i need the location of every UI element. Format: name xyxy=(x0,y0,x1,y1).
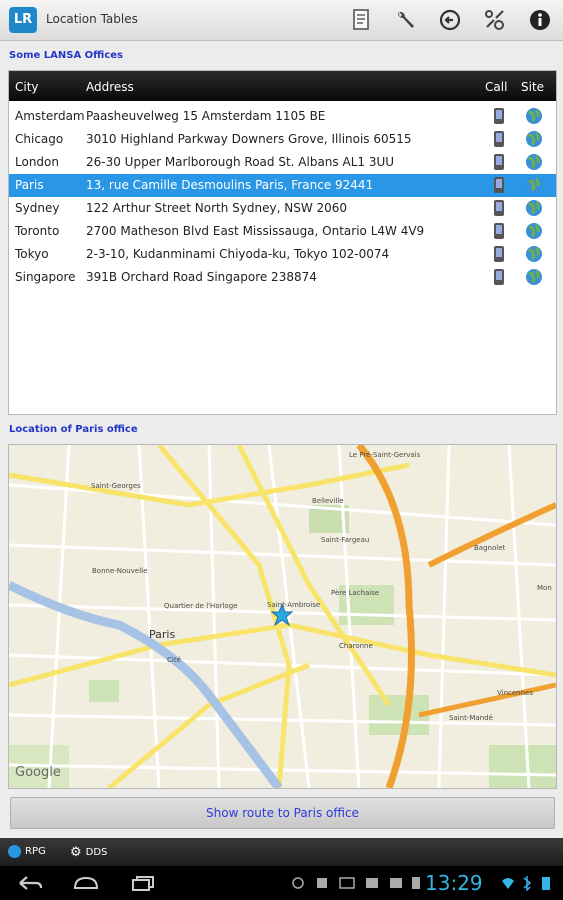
map-label-paris: Paris xyxy=(149,628,175,641)
map-label-saint-fargeau: Saint-Fargeau xyxy=(321,536,369,544)
cell-address: 3010 Highland Parkway Downers Grove, Ill… xyxy=(86,132,412,146)
cell-address: 26-30 Upper Marlborough Road St. Albans … xyxy=(86,155,395,169)
status-clock: 13:29 xyxy=(425,871,483,895)
map-view[interactable]: Paris Saint-Ambroise Belleville Bagnolet… xyxy=(8,444,557,789)
map-label-saint-ambroise: Saint-Ambroise xyxy=(267,601,320,609)
battery-icon xyxy=(542,877,550,890)
table-row[interactable]: London 26-30 Upper Marlborough Road St. A… xyxy=(9,151,556,174)
header-city: City xyxy=(15,80,39,94)
map-label-bagnolet: Bagnolet xyxy=(474,544,506,552)
globe-icon[interactable] xyxy=(525,245,543,266)
back-icon[interactable] xyxy=(16,874,44,892)
app-title: Location Tables xyxy=(46,12,138,26)
cell-address: 2-3-10, Kudanminami Chiyoda-ku, Tokyo 10… xyxy=(86,247,390,261)
tab-rpg-label: RPG xyxy=(25,846,46,857)
map-section-label: Location of Paris office xyxy=(9,424,138,435)
wifi-icon xyxy=(502,878,514,889)
header-address: Address xyxy=(86,80,134,94)
back-circle-icon[interactable] xyxy=(438,9,462,31)
tab-dds[interactable]: ⚙ DDS xyxy=(70,845,107,860)
table-row[interactable]: Sydney 122 Arthur Street North Sydney, NS… xyxy=(9,197,556,220)
map-label-saint-georges: Saint-Georges xyxy=(91,482,141,490)
phone-icon[interactable] xyxy=(493,176,505,197)
table-row[interactable]: Singapore 391B Orchard Road Singapore 238… xyxy=(9,266,556,289)
system-bar: 13:29 xyxy=(0,866,563,900)
table-row[interactable]: Amsterdam Paasheuvelweg 15 Amsterdam 1105… xyxy=(9,105,556,128)
phone-icon[interactable] xyxy=(493,245,505,266)
cell-address: 2700 Matheson Blvd East Mississauga, Ont… xyxy=(86,224,425,238)
home-icon[interactable] xyxy=(72,874,100,892)
map-label-bonne-nouvelle: Bonne-Nouvelle xyxy=(92,567,147,575)
globe-icon[interactable] xyxy=(525,199,543,220)
status-icons xyxy=(502,876,550,891)
bluetooth-icon xyxy=(523,876,532,891)
cell-city: Amsterdam xyxy=(15,109,85,123)
map-label-quartier-horloge: Quartier de l'Horloge xyxy=(164,602,237,610)
globe-icon[interactable] xyxy=(525,130,543,151)
table-row[interactable]: Toronto 2700 Matheson Blvd East Mississau… xyxy=(9,220,556,243)
map-label-cite: Cité xyxy=(167,656,181,664)
cell-address: 13, rue Camille Desmoulins Paris, France… xyxy=(86,178,374,192)
wrench-icon[interactable] xyxy=(393,9,417,31)
cell-city: Tokyo xyxy=(15,247,49,261)
table-header: City Address Call Site xyxy=(9,71,556,101)
cell-city: London xyxy=(15,155,59,169)
phone-icon[interactable] xyxy=(493,268,505,289)
cell-city: Paris xyxy=(15,178,44,192)
map-label-pere-lachaise: Père Lachaise xyxy=(331,589,379,597)
cell-city: Sydney xyxy=(15,201,60,215)
header-site: Site xyxy=(521,80,545,94)
globe-icon[interactable] xyxy=(525,107,543,128)
tab-rpg[interactable]: RPG xyxy=(8,845,46,858)
settings-tools-icon[interactable] xyxy=(483,9,507,31)
table-row[interactable]: Paris 13, rue Camille Desmoulins Paris, F… xyxy=(9,174,556,197)
cell-city: Chicago xyxy=(15,132,64,146)
globe-icon[interactable] xyxy=(525,153,543,174)
notification-icons xyxy=(292,877,420,889)
map-label-charonne: Charonne xyxy=(339,642,373,650)
map-label-vincennes: Vincennes xyxy=(497,689,533,697)
globe-icon[interactable] xyxy=(525,268,543,289)
phone-icon[interactable] xyxy=(493,222,505,243)
offices-table: City Address Call Site Amsterdam Paasheuv… xyxy=(8,70,557,415)
cell-address: 391B Orchard Road Singapore 238874 xyxy=(86,270,317,284)
bottom-tab-bar: RPG ⚙ DDS xyxy=(0,838,563,866)
recent-apps-icon[interactable] xyxy=(129,874,157,892)
phone-icon[interactable] xyxy=(493,107,505,128)
globe-icon[interactable] xyxy=(525,222,543,243)
cell-address: Paasheuvelweg 15 Amsterdam 1105 BE xyxy=(86,109,326,123)
table-row[interactable]: Tokyo 2-3-10, Kudanminami Chiyoda-ku, Tok… xyxy=(9,243,556,266)
map-graphic: Paris Saint-Ambroise Belleville Bagnolet… xyxy=(9,445,556,788)
app-logo: LR xyxy=(9,7,37,33)
cell-city: Toronto xyxy=(15,224,60,238)
map-label-montreuil: Mon xyxy=(537,584,552,592)
map-label-saint-mande: Saint-Mandé xyxy=(449,714,493,722)
action-bar: LR Location Tables xyxy=(0,0,563,41)
info-icon[interactable] xyxy=(528,9,552,31)
google-logo: Google xyxy=(15,765,61,780)
map-label-belleville: Belleville xyxy=(312,497,344,505)
phone-icon[interactable] xyxy=(493,153,505,174)
cell-address: 122 Arthur Street North Sydney, NSW 2060 xyxy=(86,201,348,215)
show-route-button[interactable]: Show route to Paris office xyxy=(10,797,555,829)
phone-icon[interactable] xyxy=(493,130,505,151)
cell-city: Singapore xyxy=(15,270,76,284)
document-icon[interactable] xyxy=(349,9,373,31)
map-label-pre-saint-gervais: Le Pré-Saint-Gervais xyxy=(349,451,421,459)
info-icon xyxy=(8,845,21,858)
tab-dds-label: DDS xyxy=(85,847,108,858)
header-call: Call xyxy=(485,80,508,94)
gear-icon: ⚙ xyxy=(70,845,82,860)
offices-section-label: Some LANSA Offices xyxy=(9,50,123,61)
phone-icon[interactable] xyxy=(493,199,505,220)
globe-icon[interactable] xyxy=(525,176,543,197)
table-row[interactable]: Chicago 3010 Highland Parkway Downers Gro… xyxy=(9,128,556,151)
